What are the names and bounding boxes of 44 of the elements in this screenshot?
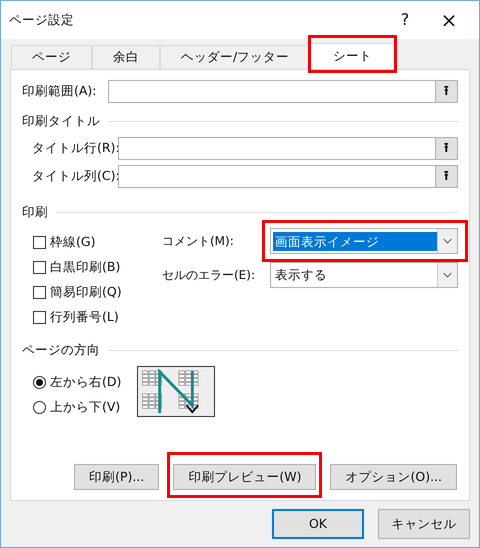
section-heading: 印刷 [22,202,48,221]
tab[interactable]: 余白 [92,45,160,69]
dropdown-label: コメント(M): [162,233,235,250]
field-label: 印刷範囲(A): [22,82,98,100]
checkbox[interactable] [33,260,46,274]
chevron-icon [437,263,457,287]
action-button[interactable]: 印刷プレビュー(W) [173,464,316,490]
dropdown[interactable]: 表示する [270,262,458,288]
checkbox-label: 簡易印刷(Q) [50,282,122,301]
chevron-icon [437,229,457,253]
dropdown[interactable]: 画面表示イメージ [270,228,458,254]
action-button[interactable]: オプション(O)... [330,464,457,490]
dropdown-value: 画面表示イメージ [273,232,437,250]
checkbox[interactable] [33,236,46,248]
checkbox-label: 枠線(G) [50,232,96,251]
dropdown-label: セルのエラー(E): [162,267,256,284]
radio-button[interactable] [33,400,46,414]
collapse-button[interactable]: ⭱ [435,166,457,187]
section-heading: 印刷タイトル [22,112,100,130]
dialog-button[interactable]: キャンセル [378,509,470,539]
reference-field[interactable]: ⭱ [118,137,458,160]
tab[interactable]: ページ [11,45,92,69]
radio-button[interactable] [33,376,46,388]
field-label: タイトル行(R): [32,139,118,158]
checkbox-label: 白黒印刷(B) [50,258,120,276]
dropdown-value: 表示する [274,266,328,284]
section-heading: ページの方向 [22,340,100,359]
checkbox[interactable] [33,310,46,324]
field-label: タイトル列(C): [32,167,118,186]
dialog-button[interactable]: OK [272,509,364,539]
radio-label: 上から下(V) [50,398,120,416]
tab[interactable]: シート [310,43,396,69]
checkbox-label: 行列番号(L) [50,308,119,326]
radio-label: 左から右(D) [50,372,122,391]
help-button[interactable]: ? [383,8,427,32]
tab[interactable]: ヘッダー/フッター [160,45,310,69]
window-title: ページ設定 [9,10,75,29]
reference-field[interactable]: ⭱ [118,165,458,188]
checkbox[interactable] [33,286,46,298]
reference-field[interactable]: ⭱ [108,80,458,103]
collapse-button[interactable]: ⭱ [435,138,457,159]
collapse-button[interactable]: ⭱ [435,81,457,102]
action-button[interactable]: 印刷(P)... [74,464,160,490]
close-button[interactable]: × [427,5,471,35]
